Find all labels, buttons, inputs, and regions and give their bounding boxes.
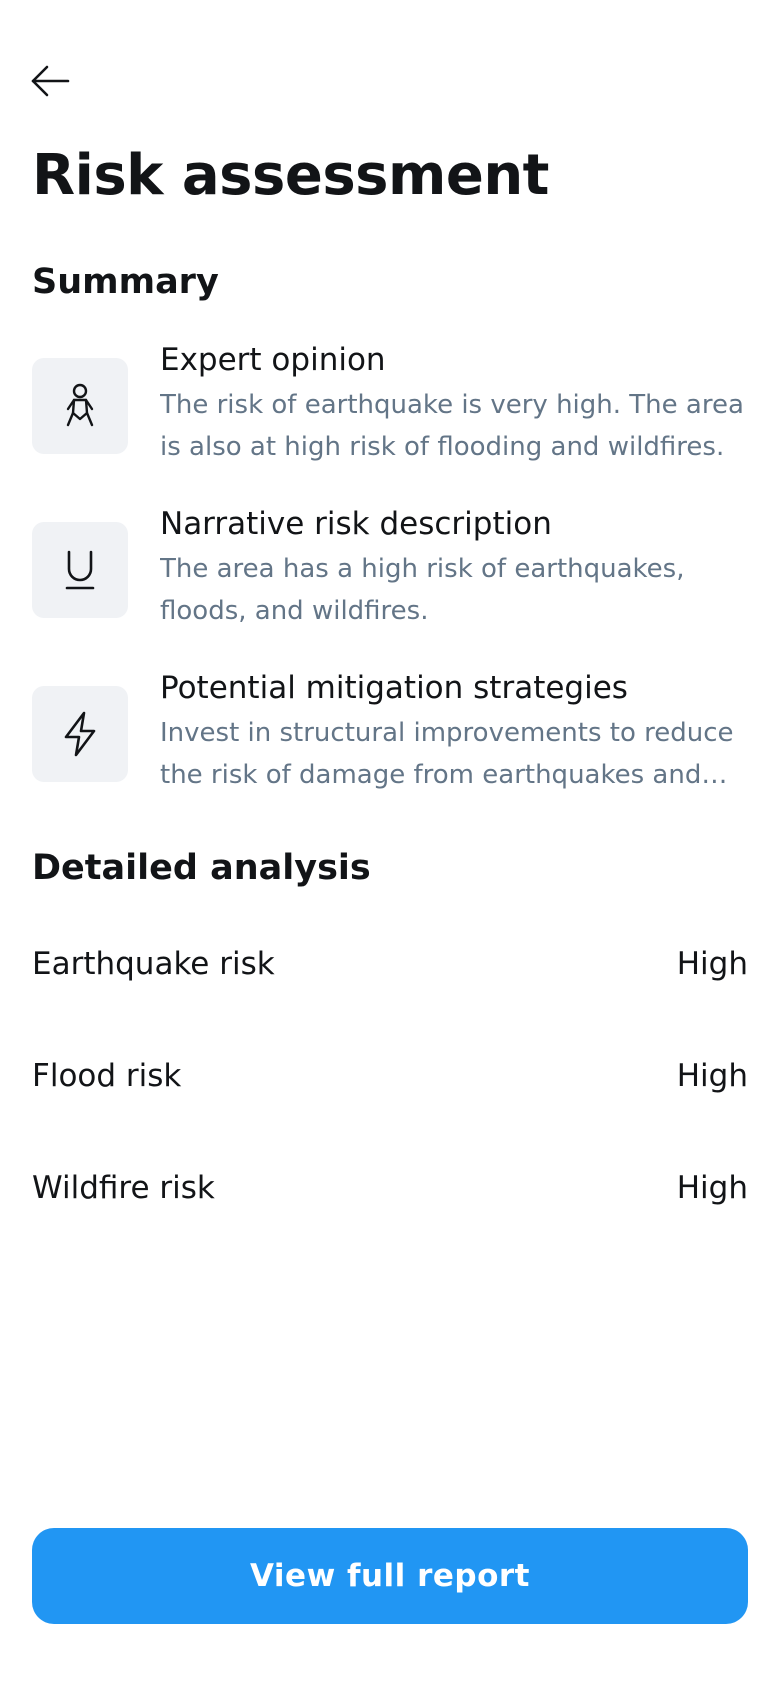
summary-item-mitigation[interactable]: Potential mitigation strategies Invest i… <box>32 668 748 798</box>
analysis-row-earthquake[interactable]: Earthquake risk High <box>32 934 748 994</box>
analysis-row-value: High <box>676 946 748 982</box>
analysis-row-label: Flood risk <box>32 1058 182 1094</box>
analysis-row-label: Wildfire risk <box>32 1170 215 1206</box>
summary-item-title: Expert opinion <box>160 342 386 378</box>
analysis-row-wildfire[interactable]: Wildfire risk High <box>32 1158 748 1218</box>
analysis-section-title: Detailed analysis <box>32 848 371 888</box>
summary-item-title: Narrative risk description <box>160 506 552 542</box>
summary-item-narrative-risk[interactable]: Narrative risk description The area has … <box>32 504 748 634</box>
underline-icon <box>32 522 128 618</box>
back-button[interactable] <box>30 56 80 106</box>
summary-item-description: The risk of earthquake is very high. The… <box>160 390 744 462</box>
analysis-row-label: Earthquake risk <box>32 946 275 982</box>
summary-section-title: Summary <box>32 262 219 302</box>
analysis-row-value: High <box>676 1058 748 1094</box>
arrow-left-icon <box>30 64 70 98</box>
summary-item-expert-opinion[interactable]: Expert opinion The risk of earthquake is… <box>32 340 748 470</box>
summary-item-title: Potential mitigation strategies <box>160 670 628 706</box>
page-title: Risk assessment <box>32 143 549 208</box>
lightning-icon <box>32 686 128 782</box>
summary-item-description: Invest in structural improvements to red… <box>160 718 734 790</box>
person-icon <box>32 358 128 454</box>
analysis-row-value: High <box>676 1170 748 1206</box>
view-full-report-button[interactable]: View full report <box>32 1528 748 1624</box>
summary-item-description: The area has a high risk of earthquakes,… <box>160 554 685 626</box>
analysis-row-flood[interactable]: Flood risk High <box>32 1046 748 1106</box>
